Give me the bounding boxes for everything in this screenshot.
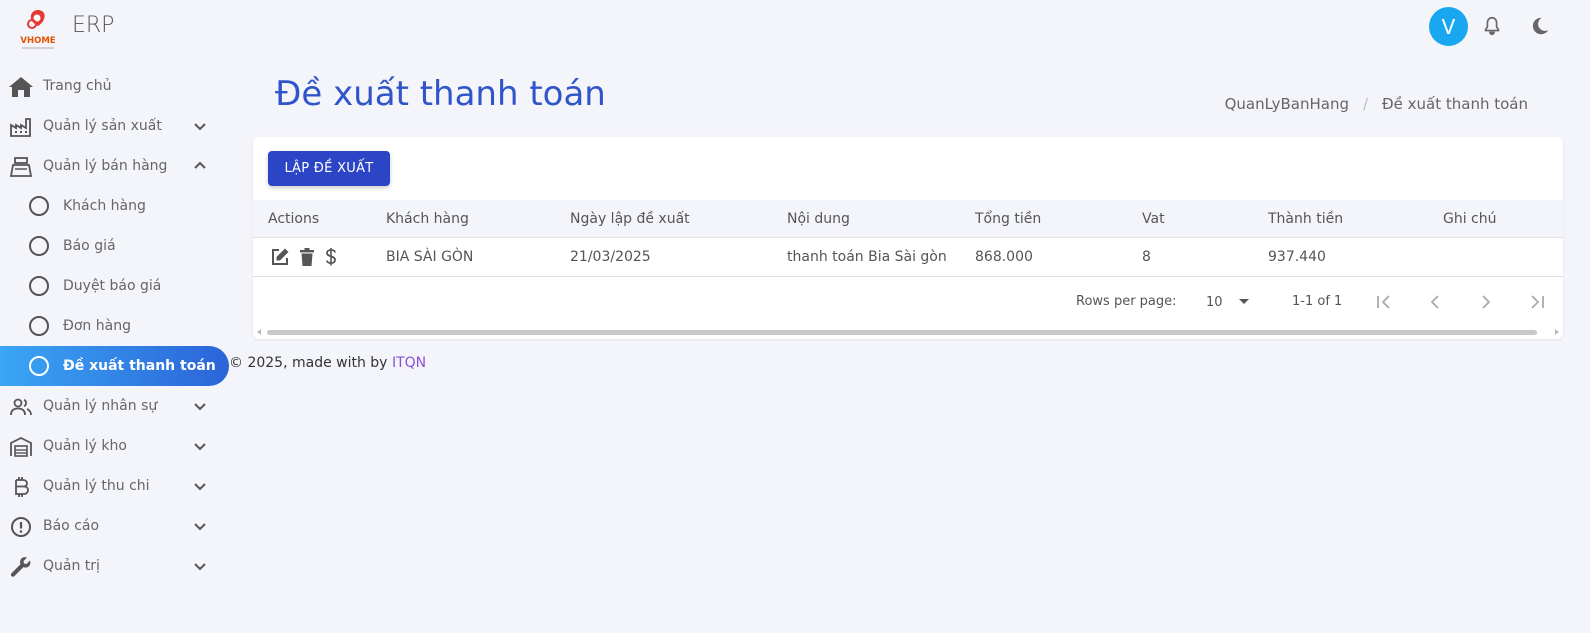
circle-icon <box>29 196 49 216</box>
chevron-down-icon <box>192 558 208 574</box>
circle-icon <box>29 276 49 296</box>
chevron-down-icon <box>192 478 208 494</box>
sidebar-item-label: Khách hàng <box>63 198 146 214</box>
warehouse-icon <box>8 434 34 460</box>
breadcrumb-current: Đề xuất thanh toán <box>1382 95 1528 113</box>
chevron-down-icon <box>192 398 208 414</box>
sidebar-item-label: Quản lý bán hàng <box>43 158 168 174</box>
column-header[interactable]: Nội dung <box>787 211 850 227</box>
column-header[interactable]: Thành tiền <box>1268 211 1343 227</box>
sidebar-item-label: Quản lý thu chi <box>43 478 150 494</box>
horizontal-scrollbar[interactable] <box>253 327 1563 337</box>
scrollbar-thumb[interactable] <box>267 330 1537 335</box>
column-header[interactable]: Khách hàng <box>386 211 469 227</box>
sidebar: Trang chủ Quản lý sản xuất Quản lý bán h… <box>0 66 230 586</box>
top-bar: VHOME ERP V <box>0 0 1590 56</box>
sidebar-item-label: Quản lý sản xuất <box>43 118 162 134</box>
circle-icon <box>29 236 49 256</box>
bitcoin-icon <box>8 474 34 500</box>
wrench-icon <box>8 554 34 580</box>
bell-icon[interactable] <box>1481 15 1503 37</box>
footer-text: © 2025, made with by <box>229 355 388 371</box>
app-name: ERP <box>72 13 115 38</box>
previous-page-icon[interactable] <box>1425 292 1445 312</box>
page-title: Đề xuất thanh toán <box>275 74 606 114</box>
sidebar-item-sales[interactable]: Quản lý bán hàng <box>0 146 230 186</box>
sidebar-item-warehouse[interactable]: Quản lý kho <box>0 426 230 466</box>
chevron-down-icon <box>192 518 208 534</box>
sidebar-item-reports[interactable]: Báo cáo <box>0 506 230 546</box>
people-icon <box>8 394 34 420</box>
footer-link[interactable]: ITQN <box>392 355 426 371</box>
footer: © 2025, made with by ITQN <box>229 355 426 371</box>
column-header[interactable]: Tổng tiền <box>975 211 1041 227</box>
column-header: Actions <box>268 211 320 227</box>
sidebar-item-approve-quotes[interactable]: Duyệt báo giá <box>0 266 230 306</box>
sidebar-item-label: Quản lý nhân sự <box>43 398 158 414</box>
rows-per-page-label: Rows per page: <box>1076 294 1177 309</box>
factory-icon <box>8 114 34 140</box>
sidebar-item-quotes[interactable]: Báo giá <box>0 226 230 266</box>
breadcrumb-separator: / <box>1362 95 1369 113</box>
scroll-right-icon[interactable] <box>1555 329 1559 335</box>
circle-icon <box>29 316 49 336</box>
table-header: Actions Khách hàng Ngày lập đề xuất Nội … <box>253 200 1563 238</box>
sidebar-item-label: Báo cáo <box>43 518 100 534</box>
column-header[interactable]: Ngày lập đề xuất <box>570 211 690 227</box>
sidebar-item-label: Trang chủ <box>43 78 112 94</box>
sidebar-item-home[interactable]: Trang chủ <box>0 66 230 106</box>
column-header[interactable]: Vat <box>1142 211 1165 227</box>
chevron-up-icon <box>192 158 208 174</box>
proposals-card: LẬP ĐỀ XUẤT Actions Khách hàng Ngày lập … <box>253 137 1563 339</box>
scroll-left-icon[interactable] <box>257 329 261 335</box>
cell-total: 868.000 <box>975 249 1033 265</box>
sidebar-item-label: Đề xuất thanh toán <box>63 358 216 374</box>
sidebar-item-customers[interactable]: Khách hàng <box>0 186 230 226</box>
cell-content: thanh toán Bia Sài gòn <box>787 249 947 265</box>
breadcrumb: QuanLyBanHang / Đề xuất thanh toán <box>1225 95 1528 113</box>
sidebar-item-production[interactable]: Quản lý sản xuất <box>0 106 230 146</box>
pagination: Rows per page: 10 1-1 of 1 <box>253 277 1563 327</box>
chevron-down-icon <box>192 118 208 134</box>
last-page-icon[interactable] <box>1527 292 1547 312</box>
sidebar-item-label: Quản lý kho <box>43 438 127 454</box>
sidebar-item-payment-proposals[interactable]: Đề xuất thanh toán <box>0 346 229 386</box>
edit-icon[interactable] <box>270 247 290 267</box>
sidebar-item-label: Quản trị <box>43 558 100 574</box>
sidebar-item-orders[interactable]: Đơn hàng <box>0 306 230 346</box>
next-page-icon[interactable] <box>1476 292 1496 312</box>
sidebar-item-label: Báo giá <box>63 238 116 254</box>
sidebar-item-finance[interactable]: Quản lý thu chi <box>0 466 230 506</box>
circle-icon <box>29 356 49 376</box>
cell-amount: 937.440 <box>1268 249 1326 265</box>
alert-circle-icon <box>8 514 34 540</box>
sidebar-item-label: Đơn hàng <box>63 318 131 334</box>
cell-customer: BIA SÀI GÒN <box>386 249 474 265</box>
breadcrumb-item[interactable]: QuanLyBanHang <box>1225 95 1349 113</box>
sidebar-item-admin[interactable]: Quản trị <box>0 546 230 586</box>
cell-vat: 8 <box>1142 249 1151 265</box>
dollar-icon[interactable] <box>323 247 343 267</box>
first-page-icon[interactable] <box>1374 292 1394 312</box>
delete-icon[interactable] <box>297 247 317 267</box>
pagination-range: 1-1 of 1 <box>1292 294 1343 309</box>
table-row: BIA SÀI GÒN 21/03/2025 thanh toán Bia Sà… <box>253 238 1563 277</box>
sidebar-item-label: Duyệt báo giá <box>63 278 162 294</box>
home-icon <box>8 74 34 100</box>
cash-register-icon <box>8 154 34 180</box>
column-header[interactable]: Ghi chú <box>1443 211 1497 227</box>
cell-date: 21/03/2025 <box>570 249 651 265</box>
vhome-logo[interactable]: VHOME <box>16 4 60 52</box>
moon-icon[interactable] <box>1529 15 1551 37</box>
caret-down-icon[interactable] <box>1239 299 1249 304</box>
rows-per-page-select[interactable]: 10 <box>1206 295 1223 310</box>
create-proposal-button[interactable]: LẬP ĐỀ XUẤT <box>268 151 390 186</box>
svg-text:VHOME: VHOME <box>20 36 55 46</box>
sidebar-item-hr[interactable]: Quản lý nhân sự <box>0 386 230 426</box>
chevron-down-icon <box>192 438 208 454</box>
user-avatar[interactable]: V <box>1429 7 1468 46</box>
